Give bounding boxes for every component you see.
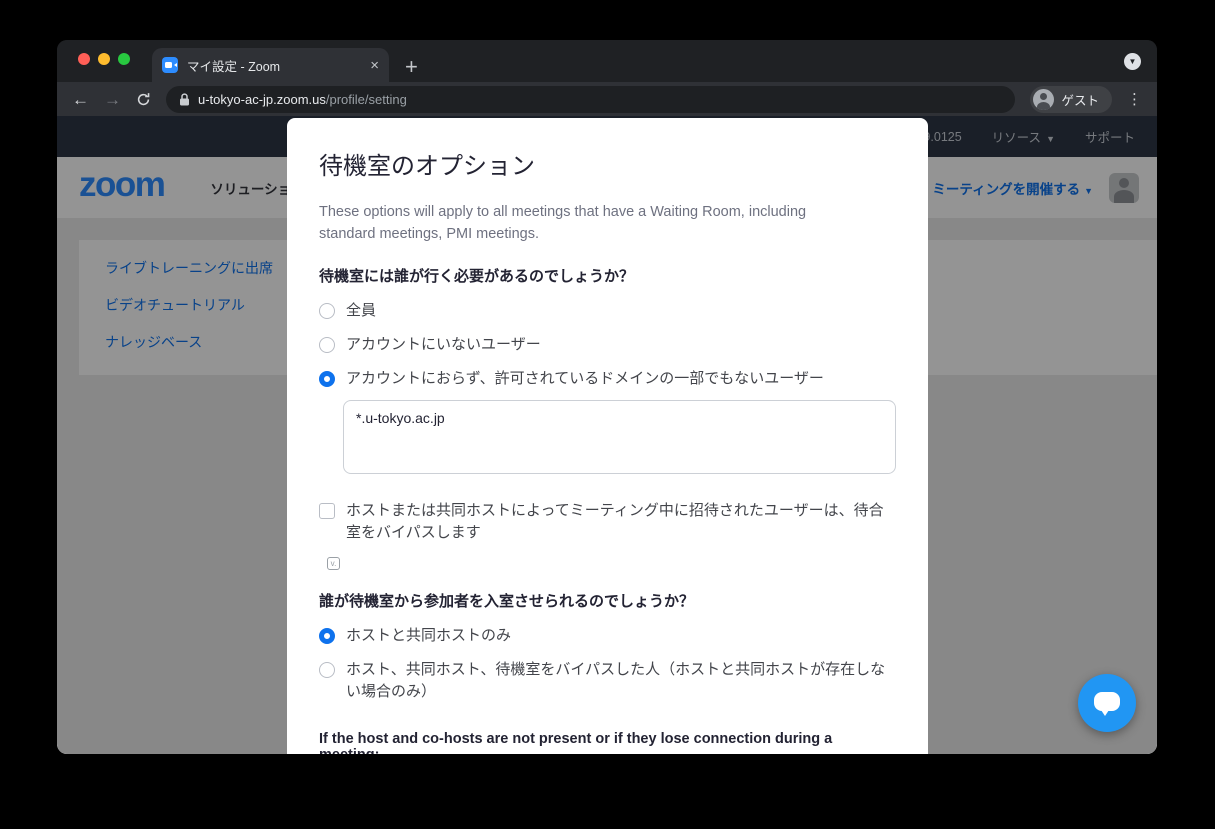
profile-chip[interactable]: ゲスト [1030, 86, 1112, 113]
new-tab-button[interactable]: + [405, 52, 418, 82]
radio-icon[interactable] [319, 303, 335, 319]
tab-search-icon[interactable]: ▼ [1124, 53, 1141, 70]
radio-option-host-cohost-bypassed[interactable]: ホスト、共同ホスト、待機室をバイパスした人（ホストと共同ホストが存在しない場合の… [319, 659, 896, 703]
minimize-window-button[interactable] [98, 53, 110, 65]
tab-strip: マイ設定 - Zoom × + ▼ [57, 40, 1157, 82]
modal-description: These options will apply to all meetings… [319, 201, 864, 245]
browser-tab[interactable]: マイ設定 - Zoom × [152, 48, 389, 82]
radio-option-users-not-in-account-or-domain[interactable]: アカウントにおらず、許可されているドメインの一部でもないユーザー [319, 368, 896, 390]
radio-label: アカウントにいないユーザー [346, 334, 541, 356]
page-viewport: 88.799.0125 リソース▼ サポート zoom ソリューション ミーティ… [57, 116, 1157, 754]
radio-label: アカウントにおらず、許可されているドメインの一部でもないユーザー [346, 368, 824, 390]
radio-icon[interactable] [319, 337, 335, 353]
waiting-room-options-modal: 待機室のオプション These options will apply to al… [287, 118, 928, 754]
back-icon[interactable]: ← [72, 91, 89, 108]
allowed-domains-input[interactable]: *.u-tokyo.ac.jp [343, 400, 896, 474]
guest-label: ゲスト [1061, 90, 1099, 109]
chat-bubble-icon [1094, 692, 1120, 711]
radio-label: ホスト、共同ホスト、待機室をバイパスした人（ホストと共同ホストが存在しない場合の… [346, 659, 896, 703]
guest-avatar-icon [1033, 89, 1054, 110]
checkbox-label: ホストまたは共同ホストによってミーティング中に招待されたユーザーは、待合室をバイ… [346, 500, 896, 544]
radio-option-everyone[interactable]: 全員 [319, 300, 896, 322]
chat-fab-button[interactable] [1078, 674, 1136, 732]
host-not-present-heading: If the host and co-hosts are not present… [319, 731, 896, 754]
url-domain: u-tokyo-ac-jp.zoom.us [198, 92, 326, 107]
modal-title: 待機室のオプション [319, 146, 896, 181]
question-who-can-admit: 誰が待機室から参加者を入室させられるのでしょうか？ [319, 590, 896, 611]
browser-menu-icon[interactable]: ⋮ [1127, 92, 1142, 107]
browser-window: マイ設定 - Zoom × + ▼ ← → u-tokyo-ac-jp.zoom… [57, 40, 1157, 754]
radio-label: ホストと共同ホストのみ [346, 625, 511, 647]
reload-icon[interactable] [136, 92, 151, 107]
zoom-favicon-icon [162, 57, 178, 73]
broken-image-icon: v. [327, 557, 340, 570]
tab-close-icon[interactable]: × [370, 58, 379, 73]
tab-title: マイ設定 - Zoom [187, 56, 361, 75]
lock-icon[interactable] [179, 93, 190, 106]
radio-icon[interactable] [319, 662, 335, 678]
bypass-waiting-room-checkbox-row[interactable]: ホストまたは共同ホストによってミーティング中に招待されたユーザーは、待合室をバイ… [319, 500, 896, 544]
forward-icon[interactable]: → [104, 91, 121, 108]
radio-label: 全員 [346, 300, 376, 322]
close-window-button[interactable] [78, 53, 90, 65]
radio-selected-icon[interactable] [319, 628, 335, 644]
window-controls [78, 53, 130, 65]
checkbox-icon[interactable] [319, 503, 335, 519]
radio-option-host-cohost-only[interactable]: ホストと共同ホストのみ [319, 625, 896, 647]
address-bar[interactable]: u-tokyo-ac-jp.zoom.us/profile/setting [166, 86, 1015, 113]
radio-option-users-not-in-account[interactable]: アカウントにいないユーザー [319, 334, 896, 356]
url-text: u-tokyo-ac-jp.zoom.us/profile/setting [198, 92, 407, 107]
radio-selected-icon[interactable] [319, 371, 335, 387]
url-path: /profile/setting [326, 92, 407, 107]
question-who-goes-to-waiting-room: 待機室には誰が行く必要があるのでしょうか？ [319, 265, 896, 286]
browser-toolbar: ← → u-tokyo-ac-jp.zoom.us/profile/settin… [57, 82, 1157, 116]
maximize-window-button[interactable] [118, 53, 130, 65]
